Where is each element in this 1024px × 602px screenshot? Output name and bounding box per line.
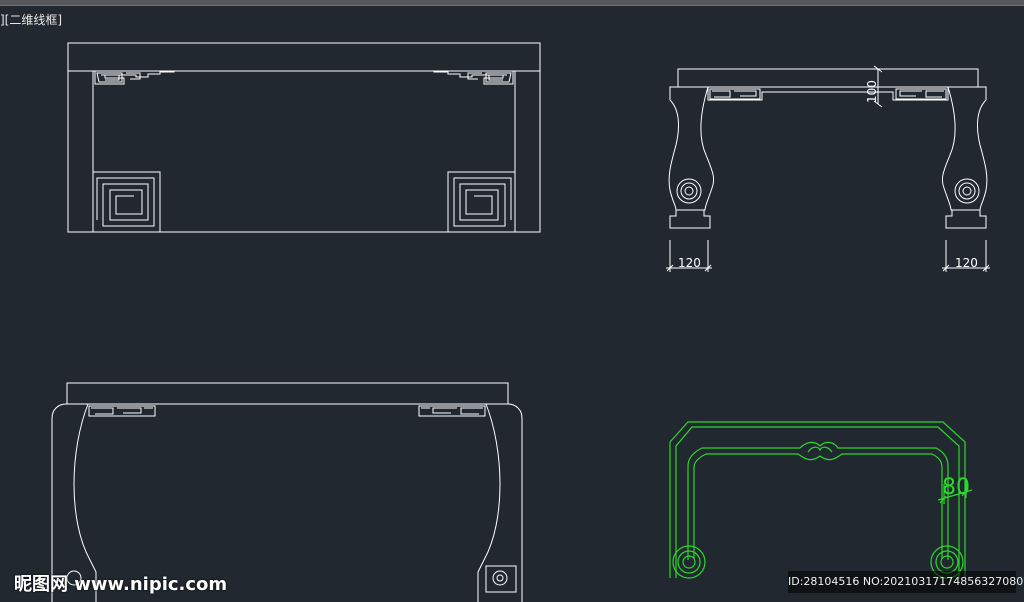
leg-width-left-dimension: 120 (678, 256, 701, 270)
drawing-canvas[interactable]: 120 120 100 80 (0, 0, 1024, 602)
front-view[interactable] (67, 42, 541, 233)
apron-height-dimension: 100 (865, 80, 879, 103)
side-view[interactable] (666, 65, 990, 272)
frame-width-dimension: 80 (942, 475, 970, 500)
watermark-logo: 昵图网 www.nipic.com (14, 574, 228, 595)
plan-view-selected[interactable] (669, 421, 973, 579)
watermark-id-text: ID:28104516 NO:20210317174856327080 (788, 571, 1023, 593)
leg-width-right-dimension: 120 (955, 256, 978, 270)
cad-workspace[interactable]: ][二维线框] 120 120 100 80 昵图网 www.nipic.com… (0, 0, 1024, 602)
